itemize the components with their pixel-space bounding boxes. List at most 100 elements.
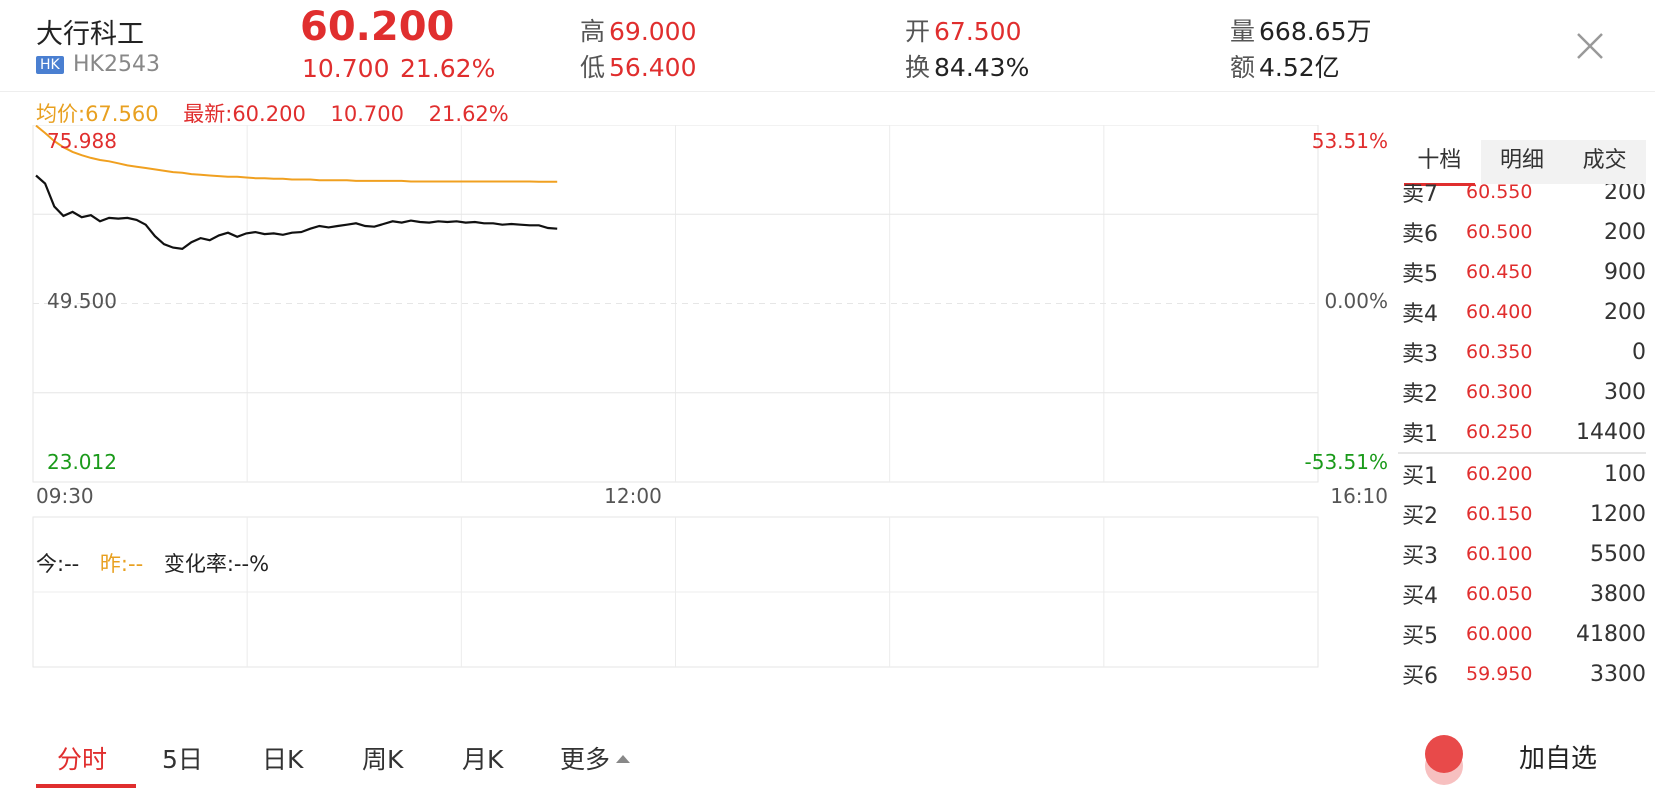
bid-level-label: 买5 <box>1402 624 1438 649</box>
ask-price: 60.450 <box>1466 261 1533 283</box>
record-dot-icon[interactable] <box>1425 735 1463 773</box>
ask-volume: 200 <box>1604 184 1646 205</box>
panel-tabs: 十档 明细 成交 <box>1398 140 1646 186</box>
ask-row[interactable]: 卖5 60.450 900 <box>1398 252 1646 292</box>
tab-more[interactable]: 更多 <box>560 740 631 776</box>
bid-row[interactable]: 买5 60.000 41800 <box>1398 614 1646 654</box>
ask-row[interactable]: 卖4 60.400 200 <box>1398 292 1646 332</box>
ask-row[interactable]: 卖6 60.500 200 <box>1398 212 1646 252</box>
bid-price: 60.100 <box>1466 543 1533 565</box>
bid-row[interactable]: 买2 60.150 1200 <box>1398 494 1646 534</box>
ask-price: 60.250 <box>1466 421 1533 443</box>
bid-volume: 5500 <box>1590 541 1646 567</box>
bid-row[interactable]: 买759.9001100 <box>1398 694 1646 699</box>
y-axis-top-label: 75.988 <box>47 129 117 153</box>
price-change-pct: 21.62% <box>400 54 496 83</box>
tab-daily-k[interactable]: 日K <box>262 740 303 776</box>
time-mid-label: 12:00 <box>604 484 662 508</box>
ask-level-label: 卖5 <box>1402 262 1438 287</box>
stat-high: 高 69.000 <box>580 12 697 48</box>
ask-level-label: 卖3 <box>1402 342 1438 367</box>
bid-price: 60.150 <box>1466 503 1533 525</box>
bid-level-label: 买6 <box>1402 664 1438 689</box>
y-axis-bottom-label: 23.012 <box>47 450 117 474</box>
ask-row[interactable]: 卖3 60.350 0 <box>1398 332 1646 372</box>
bid-row[interactable]: 买4 60.050 3800 <box>1398 574 1646 614</box>
chart-grid <box>32 125 1319 668</box>
tab-intraday[interactable]: 分时 <box>57 740 107 776</box>
legend-average: 均价:67.560 <box>36 102 159 126</box>
ask-price: 60.400 <box>1466 301 1533 323</box>
y-axis-mid-label: 49.500 <box>47 289 117 313</box>
ask-level-label: 卖4 <box>1402 302 1438 327</box>
order-book[interactable]: 卖7 60.550 200 卖6 60.500 200 卖5 60.450 900 卖4 60.40… <box>1398 184 1646 699</box>
bid-level-label: 买3 <box>1402 544 1438 569</box>
y-axis-right-top-label: 53.51% <box>1312 129 1388 153</box>
close-button[interactable] <box>1570 26 1610 66</box>
bid-price: 60.000 <box>1466 623 1533 645</box>
y-axis-right-bottom-label: -53.51% <box>1305 450 1388 474</box>
bid-level-label: 买2 <box>1402 504 1438 529</box>
stat-low: 低 56.400 <box>580 48 697 84</box>
tab-details[interactable]: 明细 <box>1481 140 1564 184</box>
ask-level-label: 卖2 <box>1402 382 1438 407</box>
bid-volume: 3800 <box>1590 581 1646 607</box>
legend-change: 10.700 <box>330 102 404 126</box>
ask-price: 60.550 <box>1466 184 1533 203</box>
ask-volume: 200 <box>1604 219 1646 245</box>
y-axis-right-mid-label: 0.00% <box>1324 289 1388 313</box>
chart-legend: 均价:67.560 最新:60.200 10.700 21.62% <box>36 98 527 128</box>
tab-trades[interactable]: 成交 <box>1563 140 1646 184</box>
tab-weekly-k[interactable]: 周K <box>362 740 403 776</box>
volume-legend: 今:-- 昨:-- 变化率:--% <box>36 548 283 578</box>
volume-yesterday: 昨:-- <box>99 552 144 576</box>
tab-ten-levels[interactable]: 十档 <box>1398 140 1481 186</box>
stat-low-label: 低 <box>580 53 606 82</box>
ask-volume: 900 <box>1604 259 1646 285</box>
ask-level-label: 卖7 <box>1402 184 1438 207</box>
bid-level-label: 买4 <box>1402 584 1438 609</box>
bid-price: 60.050 <box>1466 583 1533 605</box>
ask-volume: 0 <box>1632 339 1646 365</box>
stat-open: 开 67.500 <box>905 12 1022 48</box>
ask-volume: 14400 <box>1576 419 1646 445</box>
order-book-panel: 十档 明细 成交 卖7 60.550 200 卖6 60.500 200 卖5 60.450 9… <box>1398 130 1646 702</box>
ask-row[interactable]: 卖2 60.300 300 <box>1398 372 1646 412</box>
stat-volume-label: 量 <box>1230 17 1256 46</box>
bid-row[interactable]: 买3 60.100 5500 <box>1398 534 1646 574</box>
tab-more-label: 更多 <box>560 745 611 774</box>
ask-volume: 300 <box>1604 379 1646 405</box>
stat-open-value: 67.500 <box>934 17 1022 46</box>
stat-open-label: 开 <box>905 17 931 46</box>
ask-price: 60.500 <box>1466 221 1533 243</box>
ask-price: 60.300 <box>1466 381 1533 403</box>
time-start-label: 09:30 <box>36 484 94 508</box>
legend-change-pct: 21.62% <box>428 102 509 126</box>
close-icon <box>1577 33 1603 59</box>
tab-5day[interactable]: 5日 <box>162 740 203 776</box>
ask-volume: 200 <box>1604 299 1646 325</box>
ask-level-label: 卖6 <box>1402 222 1438 247</box>
ask-row[interactable]: 卖7 60.550 200 <box>1398 184 1646 212</box>
active-tab-underline <box>36 784 136 788</box>
bid-volume: 41800 <box>1576 621 1646 647</box>
bid-row[interactable]: 买6 59.950 3300 <box>1398 654 1646 694</box>
volume-today: 今:-- <box>36 552 80 576</box>
add-favorite-button[interactable]: 加自选 <box>1519 738 1597 775</box>
bid-row[interactable]: 买1 60.200 100 <box>1398 454 1646 494</box>
ask-level-label: 卖1 <box>1402 422 1438 447</box>
stat-turnover-label: 换 <box>905 53 931 82</box>
bid-price: 60.200 <box>1466 463 1533 485</box>
stat-turnover: 换 84.43% <box>905 48 1029 84</box>
ask-row[interactable]: 卖1 60.250 14400 <box>1398 412 1646 452</box>
bid-volume: 100 <box>1604 461 1646 487</box>
bid-volume: 3300 <box>1590 661 1646 687</box>
price-change: 10.700 <box>302 54 390 83</box>
intraday-chart[interactable]: 75.988 49.500 23.012 53.51% 0.00% -53.51… <box>0 125 1398 710</box>
legend-latest: 最新:60.200 <box>183 102 306 126</box>
tab-monthly-k[interactable]: 月K <box>462 740 503 776</box>
price-line <box>35 174 558 251</box>
ask-price: 60.350 <box>1466 341 1533 363</box>
bid-level-label: 买1 <box>1402 464 1438 489</box>
stat-volume: 量 668.65万 <box>1230 12 1372 48</box>
